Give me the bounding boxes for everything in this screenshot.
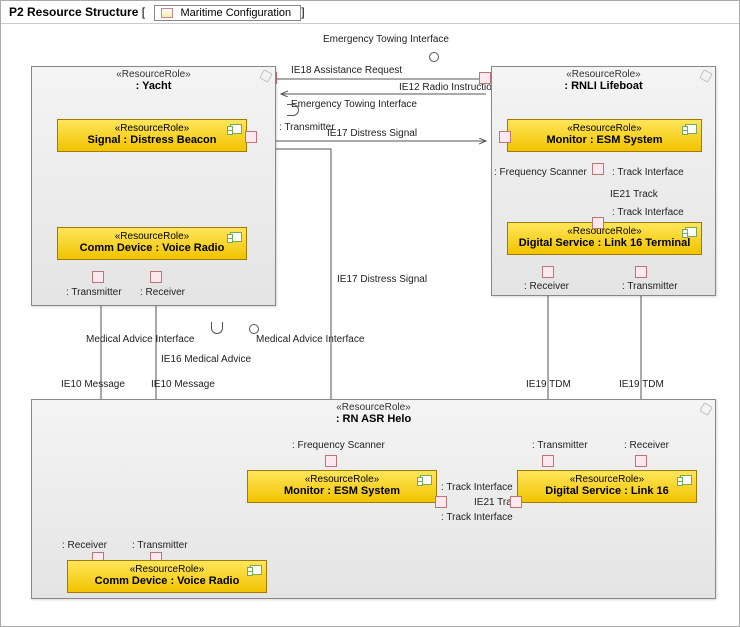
- box-helo[interactable]: «ResourceRole» : RN ASR Helo : Frequency…: [31, 399, 716, 599]
- label-medical-iface-2: Medical Advice Interface: [256, 334, 364, 345]
- component-icon: [230, 232, 242, 242]
- port-lb-tx[interactable]: [635, 266, 647, 278]
- role-yacht-comm[interactable]: «ResourceRole» Comm Device : Voice Radio: [57, 227, 247, 260]
- role-name: Monitor : ESM System: [252, 485, 432, 497]
- stereotype-label: «ResourceRole»: [512, 123, 697, 134]
- component-icon: [685, 227, 697, 237]
- box-lifeboat[interactable]: «ResourceRole» : RNLI Lifeboat «Resource…: [491, 66, 716, 296]
- component-icon: [685, 124, 697, 134]
- label-receiver-4: : Receiver: [62, 540, 107, 551]
- box-yacht-name: : Yacht: [36, 80, 271, 92]
- label-distress-signal-2: IE17 Distress Signal: [337, 274, 427, 285]
- box-lifeboat-header: «ResourceRole» : RNLI Lifeboat: [492, 67, 715, 94]
- port-helo-track-in[interactable]: [510, 496, 522, 508]
- label-transmitter: : Transmitter: [66, 287, 122, 298]
- box-lifeboat-name: : RNLI Lifeboat: [496, 80, 711, 92]
- stereotype-label: «ResourceRole»: [522, 474, 692, 485]
- label-tdm-2: IE19 TDM: [619, 379, 664, 390]
- diagram-icon: [161, 8, 173, 18]
- lollipop-icon-2: [249, 324, 259, 334]
- label-transmitter-5: : Transmitter: [132, 540, 188, 551]
- role-lb-monitor[interactable]: «ResourceRole» Monitor : ESM System: [507, 119, 702, 152]
- label-emergency-towing: Emergency Towing Interface: [323, 34, 449, 45]
- stereotype-label: «ResourceRole»: [72, 564, 262, 575]
- label-track-iface: : Track Interface: [612, 167, 684, 178]
- diagram-tab-label: Maritime Configuration: [180, 7, 291, 19]
- stereotype-label: «ResourceRole»: [62, 231, 242, 242]
- role-yacht-signal[interactable]: «ResourceRole» Signal : Distress Beacon: [57, 119, 247, 152]
- port-lb-track-in[interactable]: [592, 217, 604, 229]
- label-transmitter-3: : Transmitter: [622, 281, 678, 292]
- label-receiver-2: : Receiver: [524, 281, 569, 292]
- port-yacht-comm-tx[interactable]: [92, 271, 104, 283]
- label-distress-signal-1: IE17 Distress Signal: [327, 128, 417, 139]
- diagram-header: P2 Resource Structure [ Maritime Configu…: [1, 1, 739, 24]
- component-icon: [230, 124, 242, 134]
- role-name: Signal : Distress Beacon: [62, 134, 242, 146]
- label-track-iface-4: : Track Interface: [441, 512, 513, 523]
- port-helo-track-out[interactable]: [435, 496, 447, 508]
- stereotype-label: «ResourceRole»: [512, 226, 697, 237]
- port-lifeboat-provided[interactable]: [479, 72, 491, 84]
- stereotype-label: «ResourceRole»: [496, 69, 711, 80]
- port-helo-freq-scanner[interactable]: [325, 455, 337, 467]
- socket-icon-2: [211, 322, 223, 334]
- component-icon: [680, 475, 692, 485]
- lollipop-icon: [429, 52, 439, 62]
- label-medical-iface-1: Medical Advice Interface: [86, 334, 194, 345]
- label-assistance-request: IE18 Assistance Request: [291, 65, 402, 76]
- label-emergency-towing-2: Emergency Towing Interface: [291, 99, 417, 110]
- role-helo-comm[interactable]: «ResourceRole» Comm Device : Voice Radio: [67, 560, 267, 593]
- component-icon: [250, 565, 262, 575]
- role-name: Digital Service : Link 16 Terminal: [512, 237, 697, 249]
- port-signal-transmitter[interactable]: [245, 131, 257, 143]
- stereotype-label: «ResourceRole»: [36, 402, 711, 413]
- stereotype-label: «ResourceRole»: [252, 474, 432, 485]
- port-lb-freq-scanner[interactable]: [499, 131, 511, 143]
- role-lb-digital[interactable]: «ResourceRole» Digital Service : Link 16…: [507, 222, 702, 255]
- box-helo-header: «ResourceRole» : RN ASR Helo: [32, 400, 715, 427]
- port-yacht-comm-rx[interactable]: [150, 271, 162, 283]
- box-helo-name: : RN ASR Helo: [36, 413, 711, 425]
- port-helo-digital-tx[interactable]: [542, 455, 554, 467]
- box-yacht-header: «ResourceRole» : Yacht: [32, 67, 275, 94]
- diagram-tab[interactable]: Maritime Configuration: [154, 5, 301, 21]
- label-track-iface-3: : Track Interface: [441, 482, 513, 493]
- label-receiver: : Receiver: [140, 287, 185, 298]
- label-tdm-1: IE19 TDM: [526, 379, 571, 390]
- label-transmitter-2: : Transmitter: [279, 122, 335, 133]
- label-receiver-3: : Receiver: [624, 440, 669, 451]
- label-medical-advice: IE16 Medical Advice: [161, 354, 251, 365]
- port-lb-track-out[interactable]: [592, 163, 604, 175]
- role-name: Monitor : ESM System: [512, 134, 697, 146]
- component-icon: [420, 475, 432, 485]
- role-name: Comm Device : Voice Radio: [72, 575, 262, 587]
- role-name: Comm Device : Voice Radio: [62, 242, 242, 254]
- stereotype-label: «ResourceRole»: [36, 69, 271, 80]
- box-yacht[interactable]: «ResourceRole» : Yacht «ResourceRole» Si…: [31, 66, 276, 306]
- port-lb-rx[interactable]: [542, 266, 554, 278]
- label-message-2: IE10 Message: [151, 379, 215, 390]
- label-freq-scanner: : Frequency Scanner: [494, 167, 587, 178]
- stereotype-label: «ResourceRole»: [62, 123, 242, 134]
- label-freq-scanner-2: : Frequency Scanner: [292, 440, 385, 451]
- role-helo-digital[interactable]: «ResourceRole» Digital Service : Link 16: [517, 470, 697, 503]
- label-ie21-track: IE21 Track: [610, 189, 658, 200]
- role-helo-monitor[interactable]: «ResourceRole» Monitor : ESM System: [247, 470, 437, 503]
- label-transmitter-4: : Transmitter: [532, 440, 588, 451]
- role-name: Digital Service : Link 16: [522, 485, 692, 497]
- diagram-title: P2 Resource Structure: [9, 5, 138, 19]
- canvas[interactable]: Emergency Towing Interface IE18 Assistan…: [1, 24, 739, 624]
- label-message-1: IE10 Message: [61, 379, 125, 390]
- port-helo-digital-rx[interactable]: [635, 455, 647, 467]
- label-track-iface-2: : Track Interface: [612, 207, 684, 218]
- socket-icon: [287, 104, 299, 116]
